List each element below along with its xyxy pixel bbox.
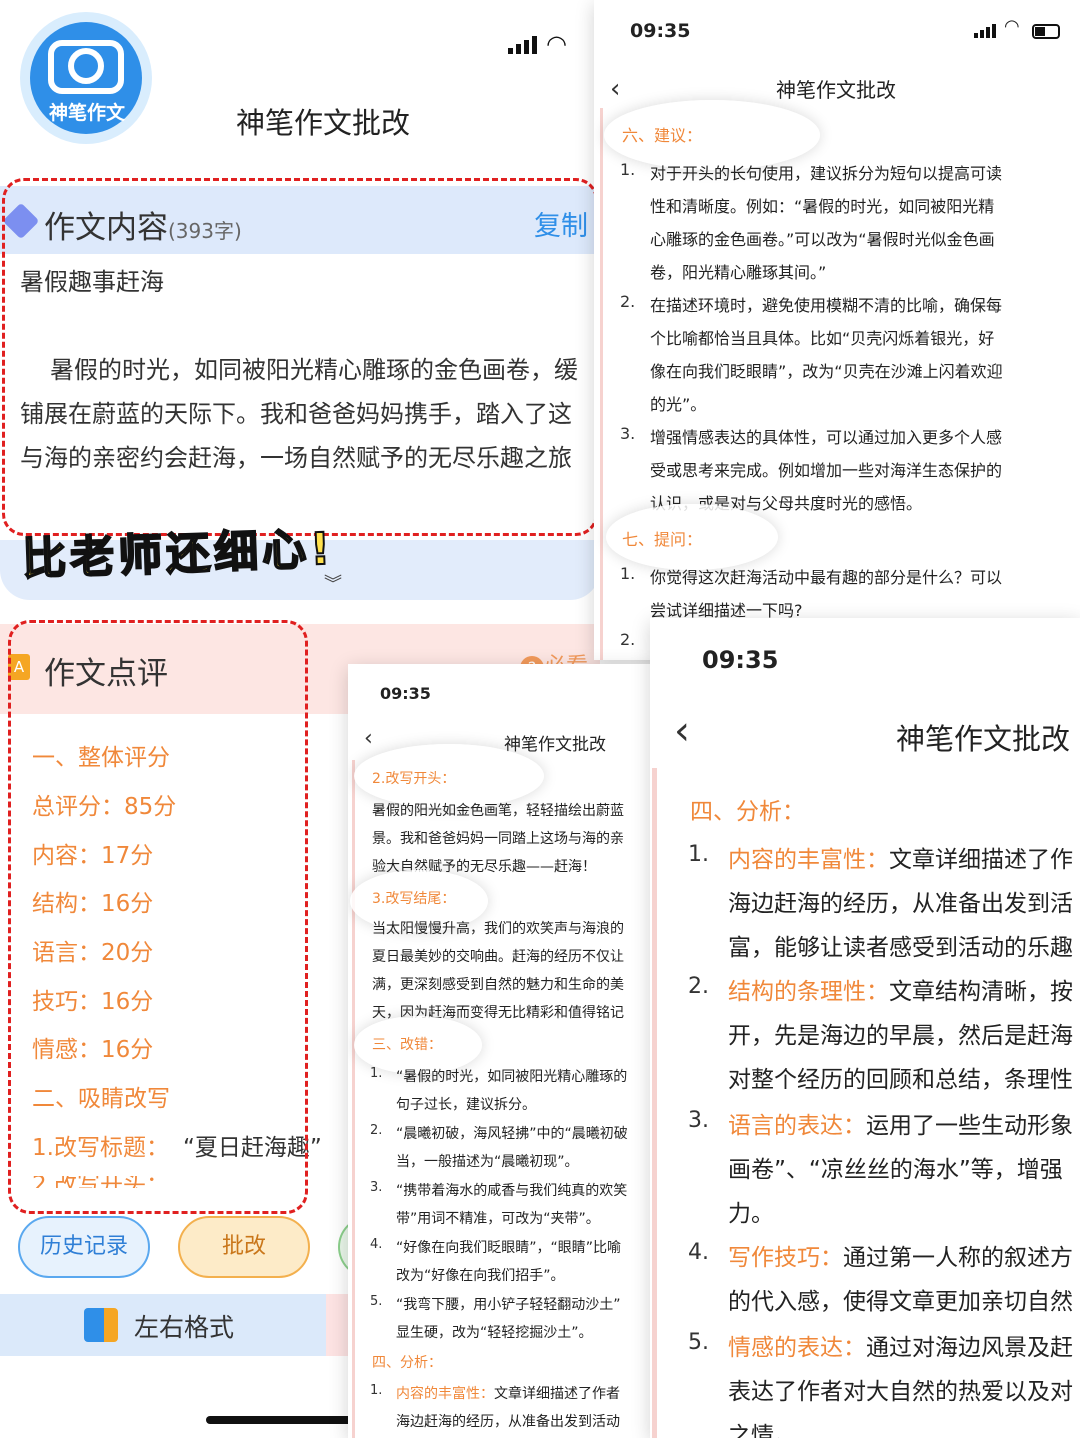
item-number: 3. [688, 1108, 709, 1133]
suggestion-line: 增强情感表达的具体性，可以通过加入更多个人感 [650, 428, 1003, 447]
suggestion-line: 的光”。 [650, 395, 707, 414]
rewrite-ending-heading: 3.改写结尾： [372, 891, 456, 907]
analysis-line: 之情。 [728, 1423, 797, 1438]
analysis-line: 的代入感，使得文章更加亲切自然 [728, 1289, 1073, 1315]
item-number: 1. [370, 1383, 383, 1398]
rewrite-line: 景。我和爸爸妈妈一同踏上这场与海的亲 [372, 831, 624, 847]
screen-title: 神笔作文批改 [896, 722, 1071, 756]
analysis-line: 海边赶海的经历，从准备出发到活 [728, 891, 1073, 917]
correct-button[interactable]: 批改 [178, 1216, 310, 1278]
battery-icon [1032, 24, 1060, 39]
analysis-line: 力。 [728, 1201, 774, 1227]
correction-line: “好像在向我们眨眼睛”，“眼睛”比喻 [396, 1240, 622, 1256]
rewrite-screen: 09:35 ‹ 神笔作文批改 2.改写开头： 暑假的阳光如金色画笔，轻轻描绘出蔚… [348, 664, 654, 1438]
rewrite-opening-heading: 2.改写开头： [372, 771, 456, 787]
item-number: 4. [370, 1237, 383, 1252]
correction-line: 显生硬，改为“轻轻挖掘沙土”。 [396, 1325, 593, 1341]
item-number: 1. [688, 842, 709, 867]
back-icon[interactable]: ‹ [610, 74, 620, 104]
item-number: 2. [620, 292, 636, 311]
analysis-line: 写作技巧：通过第一人称的叙述方 [728, 1245, 1073, 1271]
suggestion-line: 在描述环境时，避免使用模糊不清的比喻，确保每 [650, 296, 1003, 315]
suggestion-line: 像在向我们眨眼睛”，改为“贝壳在沙滩上闪着欢迎 [650, 362, 1003, 381]
banner: 比老师还细心! [20, 523, 336, 587]
camera-lens [68, 48, 104, 84]
analysis-line: 对整个经历的回顾和总结，条理性 [728, 1067, 1073, 1093]
analysis-line: 海边赶海的经历，从准备出发到活动 [396, 1414, 620, 1430]
question-line: 你觉得这次赶海活动中最有趣的部分是什么？可以 [650, 568, 1003, 587]
rewrite-line: 暑假的阳光如金色画笔，轻轻描绘出蔚蓝 [372, 803, 624, 819]
suggestion-line: 受或思考来完成。例如增加一些对海洋生态保护的 [650, 461, 1003, 480]
rewrite-line: 当太阳慢慢升高，我们的欢笑声与海浪的 [372, 921, 624, 937]
correction-line: 带”用词不精准，可改为“夹带”。 [396, 1211, 600, 1227]
highlight-content [2, 178, 598, 536]
suggestion-line: 性和清晰度。例如：“暑假的时光，如同被阳光精 [650, 197, 995, 216]
logo-text: 神笔作文 [48, 102, 125, 124]
item-number: 1. [370, 1066, 383, 1081]
suggestion-line: 心雕琢的金色画卷。”可以改为“暑假时光似金色画 [650, 230, 995, 249]
status-time: 09:35 [702, 646, 779, 674]
wifi-icon: ◠ [546, 30, 567, 58]
analysis-line: 结构的条理性：文章结构清晰，按 [728, 979, 1073, 1005]
analysis-line: 富，能够让读者感受到活动的乐趣 [728, 935, 1073, 961]
history-button[interactable]: 历史记录 [18, 1216, 150, 1278]
analysis-line: 内容的丰富性：文章详细描述了作者 [396, 1386, 620, 1402]
item-number: 5. [688, 1330, 709, 1355]
rewrite-line: 满，更深刻感受到自然的魅力和生命的美 [372, 977, 624, 993]
page-title: 神笔作文批改 [236, 106, 411, 140]
signal-icon [508, 36, 538, 54]
item-number: 5. [370, 1294, 383, 1309]
item-number: 1. [620, 564, 636, 583]
suggestion-line: 对于开头的长句使用，建议拆分为短句以提高可读 [650, 164, 1003, 183]
item-number: 3. [370, 1180, 383, 1195]
suggestion-line: 卷，阳光精心雕琢其间。” [650, 263, 827, 282]
suggestion-line: 个比喻都恰当且具体。比如“贝壳闪烁着银光，好 [650, 329, 995, 348]
analysis-heading: 四、分析： [372, 1355, 442, 1371]
screen-title: 神笔作文批改 [776, 78, 896, 102]
wifi-icon: ◠ [1004, 16, 1020, 37]
suggestion-screen: 09:35 ◠ ‹ 神笔作文批改 六、建议： 1. 对于开头的长句使用，建议拆分… [594, 0, 1080, 660]
analysis-line: 语言的表达：运用了一些生动形象 [728, 1113, 1073, 1139]
correction-line: 句子过长，建议拆分。 [396, 1097, 536, 1113]
correction-line: “我弯下腰，用小铲子轻轻翻动沙土” [396, 1297, 621, 1313]
item-number: 1. [620, 160, 636, 179]
home-indicator [206, 1416, 352, 1424]
correction-line: 当，一般描述为“晨曦初现”。 [396, 1154, 579, 1170]
back-icon[interactable]: ‹ [364, 726, 373, 751]
corrections-heading: 三、改错： [372, 1037, 442, 1053]
analysis-screen: 09:35 ‹ 神笔作文批改 四、分析： 1. 内容的丰富性：文章详细描述了作 … [650, 618, 1080, 1438]
item-number: 4. [688, 1240, 709, 1265]
rewrite-line: 夏日最美妙的交响曲。赶海的经历不仅让 [372, 949, 624, 965]
item-number: 2. [688, 974, 709, 999]
signal-icon [974, 24, 996, 38]
analysis-line: 情感的表达：通过对海边风景及赶 [728, 1335, 1073, 1361]
back-icon[interactable]: ‹ [674, 708, 690, 754]
swap-icon [84, 1308, 118, 1342]
item-number: 2. [370, 1123, 383, 1138]
correction-line: “晨曦初破，海风轻拂”中的“晨曦初破 [396, 1126, 628, 1142]
item-number: 3. [620, 424, 636, 443]
status-time: 09:35 [630, 20, 691, 42]
analysis-line: 表达了作者对大自然的热爱以及对 [728, 1379, 1073, 1405]
format-label: 左右格式 [134, 1313, 235, 1342]
analysis-line: 内容的丰富性：文章详细描述了作 [728, 847, 1073, 873]
screen-title: 神笔作文批改 [504, 735, 606, 755]
correction-line: 改为“好像在向我们招手”。 [396, 1268, 565, 1284]
status-time: 09:35 [380, 684, 431, 703]
highlight-review [8, 620, 308, 1214]
section-questions: 七、提问： [622, 530, 703, 549]
analysis-line: 画卷”、“凉丝丝的海水”等，增强 [728, 1157, 1063, 1183]
correction-line: “暑假的时光，如同被阳光精心雕琢的 [396, 1069, 628, 1085]
analysis-heading: 四、分析： [690, 799, 805, 825]
section-suggestions: 六、建议： [622, 126, 703, 145]
correction-line: “携带着海水的咸香与我们纯真的欢笑 [396, 1183, 628, 1199]
analysis-line: 开，先是海边的早晨，然后是赶海 [728, 1023, 1073, 1049]
item-number: 2. [620, 630, 636, 649]
